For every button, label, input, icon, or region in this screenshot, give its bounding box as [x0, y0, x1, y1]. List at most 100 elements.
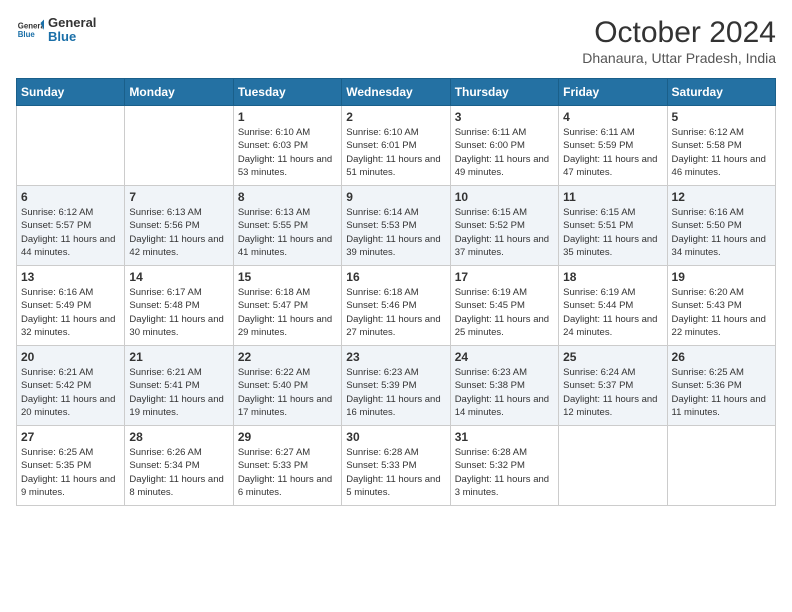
day-info: Sunrise: 6:26 AMSunset: 5:34 PMDaylight:…	[129, 446, 228, 499]
calendar-cell: 10 Sunrise: 6:15 AMSunset: 5:52 PMDayligh…	[450, 186, 558, 266]
day-number: 16	[346, 270, 445, 284]
calendar-cell: 1 Sunrise: 6:10 AMSunset: 6:03 PMDaylight…	[233, 106, 341, 186]
calendar-cell: 3Sunrise: 6:11 AMSunset: 6:00 PMDaylight…	[450, 106, 558, 186]
calendar-cell: 8 Sunrise: 6:13 AMSunset: 5:55 PMDaylight…	[233, 186, 341, 266]
day-number: 28	[129, 430, 228, 444]
day-info: Sunrise: 6:18 AMSunset: 5:46 PMDaylight:…	[346, 286, 445, 339]
day-number: 29	[238, 430, 337, 444]
logo: General Blue General Blue	[16, 16, 96, 45]
day-number: 27	[21, 430, 120, 444]
day-info: Sunrise: 6:12 AMSunset: 5:58 PMDaylight:…	[672, 126, 771, 179]
calendar-cell: 6Sunrise: 6:12 AMSunset: 5:57 PMDaylight…	[17, 186, 125, 266]
day-info: Sunrise: 6:21 AMSunset: 5:41 PMDaylight:…	[129, 366, 228, 419]
day-info: Sunrise: 6:10 AMSunset: 6:03 PMDaylight:…	[238, 126, 337, 179]
calendar-cell	[17, 106, 125, 186]
weekday-header: Sunday	[17, 79, 125, 106]
weekday-header: Wednesday	[342, 79, 450, 106]
weekday-header: Saturday	[667, 79, 775, 106]
day-info: Sunrise: 6:17 AMSunset: 5:48 PMDaylight:…	[129, 286, 228, 339]
day-number: 2	[346, 110, 445, 124]
calendar-cell: 15 Sunrise: 6:18 AMSunset: 5:47 PMDayligh…	[233, 266, 341, 346]
calendar-week-row: 6Sunrise: 6:12 AMSunset: 5:57 PMDaylight…	[17, 186, 776, 266]
day-info: Sunrise: 6:18 AMSunset: 5:47 PMDaylight:…	[238, 286, 337, 339]
calendar-cell: 29Sunrise: 6:27 AMSunset: 5:33 PMDayligh…	[233, 426, 341, 506]
day-info: Sunrise: 6:10 AMSunset: 6:01 PMDaylight:…	[346, 126, 445, 179]
day-number: 19	[672, 270, 771, 284]
day-info: Sunrise: 6:19 AMSunset: 5:45 PMDaylight:…	[455, 286, 554, 339]
logo-line1: General	[48, 16, 96, 30]
calendar-cell: 19 Sunrise: 6:20 AMSunset: 5:43 PMDayligh…	[667, 266, 775, 346]
weekday-header: Thursday	[450, 79, 558, 106]
day-number: 8	[238, 190, 337, 204]
calendar-cell: 4Sunrise: 6:11 AMSunset: 5:59 PMDaylight…	[559, 106, 667, 186]
logo-line2: Blue	[48, 30, 96, 44]
day-info: Sunrise: 6:19 AMSunset: 5:44 PMDaylight:…	[563, 286, 662, 339]
location-subtitle: Dhanaura, Uttar Pradesh, India	[582, 50, 776, 66]
day-info: Sunrise: 6:20 AMSunset: 5:43 PMDaylight:…	[672, 286, 771, 339]
day-number: 24	[455, 350, 554, 364]
calendar-cell: 21 Sunrise: 6:21 AMSunset: 5:41 PMDayligh…	[125, 346, 233, 426]
svg-text:General: General	[18, 22, 44, 31]
calendar-cell: 30Sunrise: 6:28 AMSunset: 5:33 PMDayligh…	[342, 426, 450, 506]
weekday-header: Friday	[559, 79, 667, 106]
day-number: 9	[346, 190, 445, 204]
calendar-cell	[667, 426, 775, 506]
day-number: 12	[672, 190, 771, 204]
calendar-week-row: 1 Sunrise: 6:10 AMSunset: 6:03 PMDaylight…	[17, 106, 776, 186]
calendar-cell: 12 Sunrise: 6:16 AMSunset: 5:50 PMDayligh…	[667, 186, 775, 266]
calendar-cell: 27Sunrise: 6:25 AMSunset: 5:35 PMDayligh…	[17, 426, 125, 506]
calendar-cell: 31 Sunrise: 6:28 AMSunset: 5:32 PMDayligh…	[450, 426, 558, 506]
day-number: 26	[672, 350, 771, 364]
calendar-cell: 14 Sunrise: 6:17 AMSunset: 5:48 PMDayligh…	[125, 266, 233, 346]
day-number: 1	[238, 110, 337, 124]
day-number: 4	[563, 110, 662, 124]
day-number: 22	[238, 350, 337, 364]
day-info: Sunrise: 6:22 AMSunset: 5:40 PMDaylight:…	[238, 366, 337, 419]
day-number: 31	[455, 430, 554, 444]
day-info: Sunrise: 6:15 AMSunset: 5:52 PMDaylight:…	[455, 206, 554, 259]
day-number: 10	[455, 190, 554, 204]
day-info: Sunrise: 6:23 AMSunset: 5:38 PMDaylight:…	[455, 366, 554, 419]
calendar-week-row: 27Sunrise: 6:25 AMSunset: 5:35 PMDayligh…	[17, 426, 776, 506]
day-number: 15	[238, 270, 337, 284]
day-number: 18	[563, 270, 662, 284]
calendar-cell: 13 Sunrise: 6:16 AMSunset: 5:49 PMDayligh…	[17, 266, 125, 346]
day-number: 7	[129, 190, 228, 204]
calendar-cell	[125, 106, 233, 186]
calendar-cell: 20 Sunrise: 6:21 AMSunset: 5:42 PMDayligh…	[17, 346, 125, 426]
header-row: SundayMondayTuesdayWednesdayThursdayFrid…	[17, 79, 776, 106]
calendar-cell: 11Sunrise: 6:15 AMSunset: 5:51 PMDayligh…	[559, 186, 667, 266]
calendar-cell: 25Sunrise: 6:24 AMSunset: 5:37 PMDayligh…	[559, 346, 667, 426]
calendar-cell: 16 Sunrise: 6:18 AMSunset: 5:46 PMDayligh…	[342, 266, 450, 346]
day-number: 5	[672, 110, 771, 124]
calendar-cell: 17 Sunrise: 6:19 AMSunset: 5:45 PMDayligh…	[450, 266, 558, 346]
day-info: Sunrise: 6:28 AMSunset: 5:32 PMDaylight:…	[455, 446, 554, 499]
day-info: Sunrise: 6:28 AMSunset: 5:33 PMDaylight:…	[346, 446, 445, 499]
calendar-cell: 2 Sunrise: 6:10 AMSunset: 6:01 PMDaylight…	[342, 106, 450, 186]
calendar-week-row: 20 Sunrise: 6:21 AMSunset: 5:42 PMDayligh…	[17, 346, 776, 426]
calendar-cell	[559, 426, 667, 506]
day-info: Sunrise: 6:23 AMSunset: 5:39 PMDaylight:…	[346, 366, 445, 419]
day-number: 21	[129, 350, 228, 364]
day-info: Sunrise: 6:16 AMSunset: 5:50 PMDaylight:…	[672, 206, 771, 259]
weekday-header: Monday	[125, 79, 233, 106]
page-header: General Blue General Blue October 2024 D…	[16, 16, 776, 66]
day-info: Sunrise: 6:21 AMSunset: 5:42 PMDaylight:…	[21, 366, 120, 419]
day-info: Sunrise: 6:13 AMSunset: 5:55 PMDaylight:…	[238, 206, 337, 259]
calendar-cell: 7Sunrise: 6:13 AMSunset: 5:56 PMDaylight…	[125, 186, 233, 266]
day-info: Sunrise: 6:12 AMSunset: 5:57 PMDaylight:…	[21, 206, 120, 259]
calendar-cell: 5 Sunrise: 6:12 AMSunset: 5:58 PMDaylight…	[667, 106, 775, 186]
day-number: 20	[21, 350, 120, 364]
calendar-cell: 22 Sunrise: 6:22 AMSunset: 5:40 PMDayligh…	[233, 346, 341, 426]
svg-text:Blue: Blue	[18, 30, 36, 39]
day-number: 17	[455, 270, 554, 284]
calendar-cell: 23Sunrise: 6:23 AMSunset: 5:39 PMDayligh…	[342, 346, 450, 426]
day-number: 11	[563, 190, 662, 204]
calendar-cell: 9Sunrise: 6:14 AMSunset: 5:53 PMDaylight…	[342, 186, 450, 266]
day-number: 14	[129, 270, 228, 284]
day-info: Sunrise: 6:24 AMSunset: 5:37 PMDaylight:…	[563, 366, 662, 419]
day-number: 13	[21, 270, 120, 284]
calendar-cell: 26Sunrise: 6:25 AMSunset: 5:36 PMDayligh…	[667, 346, 775, 426]
day-info: Sunrise: 6:16 AMSunset: 5:49 PMDaylight:…	[21, 286, 120, 339]
title-block: October 2024 Dhanaura, Uttar Pradesh, In…	[582, 16, 776, 66]
